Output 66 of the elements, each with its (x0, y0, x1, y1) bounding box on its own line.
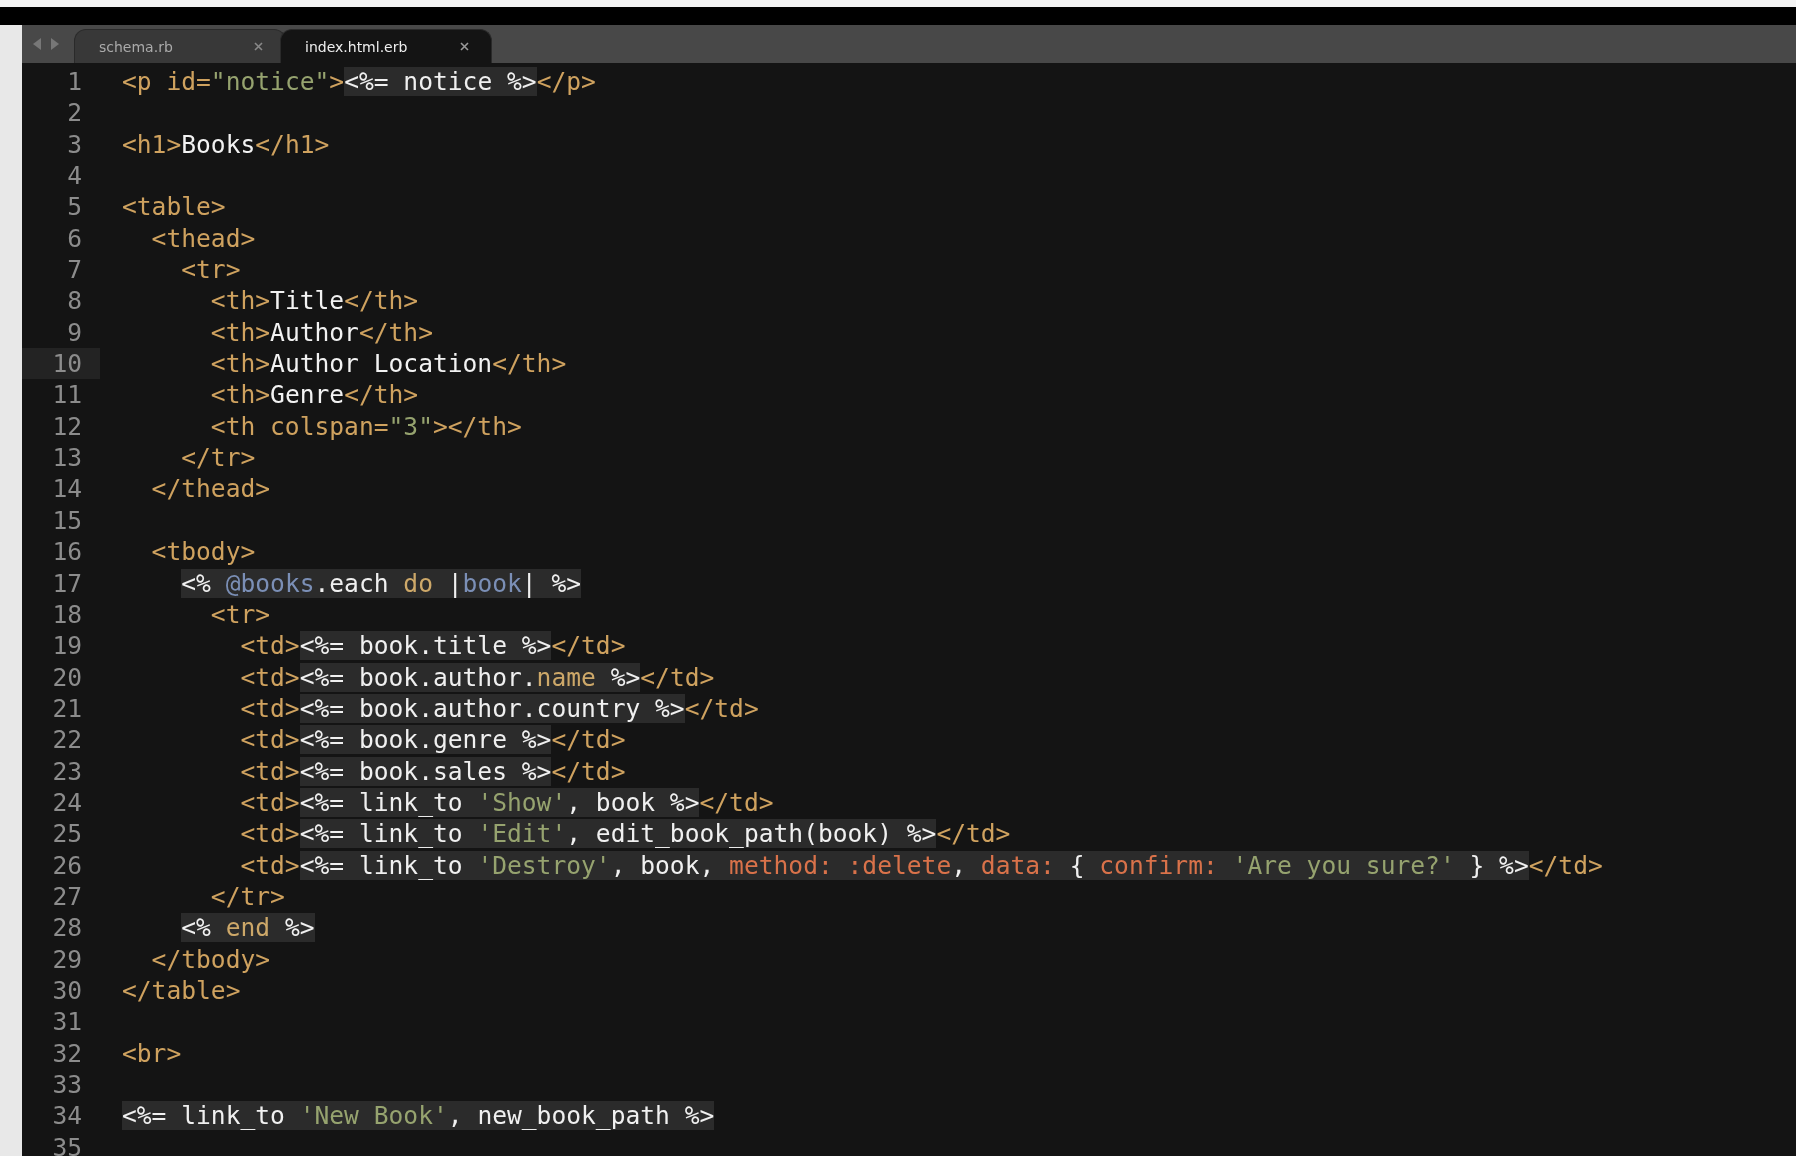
line-number: 21 (51, 692, 83, 725)
code-line: <th>Author Location</th> (209, 348, 567, 380)
line-number: 30 (51, 974, 83, 1007)
line-number: 22 (51, 724, 83, 756)
code-line: </table> (122, 974, 241, 1007)
code-line: </tr> (209, 880, 285, 913)
code-line: <thead> (150, 222, 256, 255)
code-line: <td><%= link_to 'Destroy', book, method: :delete, data: { confirm: 'Are you sure?' } %></td> (239, 849, 1603, 881)
code-line: <th colspan="3"></th> (209, 410, 522, 443)
line-number: 10 (22, 348, 100, 380)
line-number: 3 (66, 128, 83, 161)
line-number: 23 (51, 755, 83, 787)
line-number: 6 (66, 222, 83, 255)
line-number: 33 (51, 1069, 83, 1101)
line-number: 7 (66, 254, 83, 286)
code-line: <tr> (180, 254, 241, 286)
line-number: 12 (51, 410, 83, 443)
editor-tab[interactable]: index.html.erb (280, 29, 492, 63)
line-number: 25 (51, 818, 83, 850)
code-line: <td><%= book.author.country %></td> (239, 692, 759, 725)
left-arrow-icon[interactable] (32, 37, 42, 51)
code-line: <th>Title</th> (209, 285, 419, 317)
code-line: <br> (122, 1037, 182, 1069)
line-number: 20 (51, 661, 83, 693)
code-line: <tr> (209, 598, 271, 631)
code-line: <td><%= link_to 'Edit', edit_book_path(book) %></td> (239, 818, 1011, 850)
line-number: 27 (51, 880, 83, 913)
code-line: <td><%= book.sales %></td> (239, 755, 626, 787)
code-line: <td><%= book.title %></td> (239, 630, 626, 662)
code-line: <tbody> (150, 536, 256, 568)
line-number: 1 (66, 66, 83, 98)
line-number: 8 (66, 285, 83, 317)
line-number: 5 (66, 191, 83, 223)
line-number: 26 (51, 849, 83, 881)
code-line: <th>Author</th> (209, 316, 433, 349)
line-number: 9 (66, 316, 83, 349)
line-number: 18 (51, 598, 83, 631)
line-number: 34 (51, 1100, 83, 1132)
line-number: 4 (66, 160, 83, 192)
code-line: <td><%= book.genre %></td> (239, 724, 626, 756)
line-number: 31 (51, 1006, 83, 1038)
code-line: <h1>Books</h1> (122, 128, 330, 161)
line-number: 19 (51, 630, 83, 662)
code-line: </tbody> (150, 943, 271, 975)
line-number: 13 (51, 442, 83, 474)
line-number: 29 (51, 943, 83, 975)
code-line: <td><%= book.author.name %></td> (239, 661, 715, 693)
code-line: <td><%= link_to 'Show', book %></td> (239, 786, 774, 819)
line-number: 28 (51, 912, 83, 944)
line-number: 17 (51, 567, 83, 599)
line-number: 35 (51, 1131, 83, 1156)
code-line: </tr> (180, 442, 256, 474)
code-line: <th>Genre</th> (209, 379, 419, 411)
line-number: 32 (51, 1037, 83, 1069)
line-number: 14 (51, 473, 83, 505)
code-line: <p id="notice"><%= notice %></p> (122, 66, 596, 98)
code-line: <table> (122, 191, 226, 223)
line-number: 15 (51, 504, 83, 537)
close-icon[interactable] (460, 42, 469, 51)
line-number: 2 (66, 97, 83, 129)
code-line: </thead> (150, 473, 271, 505)
right-arrow-icon[interactable] (50, 37, 60, 51)
line-number: 16 (51, 536, 83, 568)
close-icon[interactable] (254, 42, 263, 51)
line-number: 11 (51, 379, 83, 411)
line-number: 24 (51, 786, 83, 819)
